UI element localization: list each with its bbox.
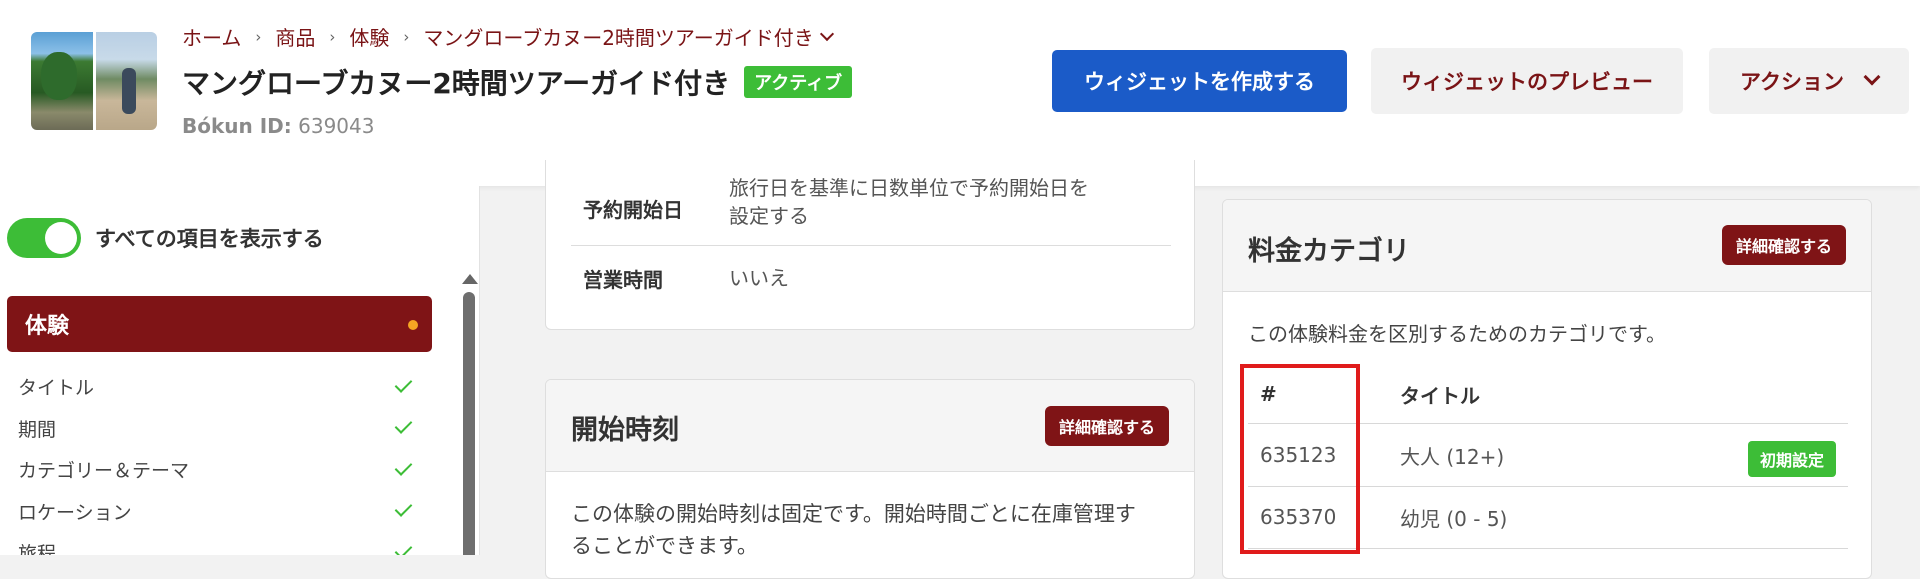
preview-widget-button[interactable]: ウィジェットのプレビュー: [1371, 48, 1683, 114]
sidebar-item-location[interactable]: ロケーション: [18, 491, 418, 533]
sidebar: すべての項目を表示する 体験 タイトル 期間 カテゴリー＆テーマ ロケーション …: [0, 186, 480, 555]
breadcrumb-products[interactable]: 商品: [275, 22, 315, 51]
breadcrumb-experience[interactable]: 体験: [349, 22, 389, 51]
booking-start-value-line2: 設定する: [729, 204, 809, 228]
table-divider: [1248, 423, 1848, 424]
row-divider: [571, 245, 1171, 246]
product-id-value: 639043: [298, 114, 375, 138]
sidebar-section-label: 体験: [25, 314, 70, 339]
booking-start-row: 予約開始日 旅行日を基準に日数単位で予約開始日を 設定する: [571, 174, 1171, 230]
sidebar-nav-list: タイトル 期間 カテゴリー＆テーマ ロケーション 旅程: [18, 366, 418, 555]
business-hours-value: いいえ: [729, 266, 789, 290]
booking-start-value-line1: 旅行日を基準に日数単位で予約開始日を: [729, 176, 1089, 200]
business-hours-row: 営業時間 いいえ: [571, 264, 1171, 293]
card-description: この体験の開始時刻は固定です。開始時間ごとに在庫管理す ることができます。: [571, 498, 1171, 562]
sidebar-item-label: 旅程: [18, 543, 57, 555]
breadcrumb-separator-icon: ›: [255, 27, 262, 46]
show-all-toggle-label: すべての項目を表示する: [95, 227, 324, 251]
table-divider: [1248, 486, 1848, 487]
breadcrumb-current-label: マングローブカヌー2時間ツアーガイド付き: [423, 26, 814, 50]
breadcrumb: ホーム › 商品 › 体験 › マングローブカヌー2時間ツアーガイド付き: [182, 22, 834, 51]
card-header: 料金カテゴリ 詳細確認する: [1223, 200, 1871, 292]
price-category-id: 635370: [1260, 505, 1337, 529]
booking-settings-card: 予約開始日 旅行日を基準に日数単位で予約開始日を 設定する 営業時間 いいえ: [545, 160, 1195, 330]
actions-dropdown-button[interactable]: アクション: [1709, 48, 1909, 114]
start-time-detail-button[interactable]: 詳細確認する: [1044, 406, 1169, 446]
show-all-toggle-row: すべての項目を表示する: [7, 218, 324, 258]
sidebar-item-label: カテゴリー＆テーマ: [18, 460, 190, 483]
thumbnail-mangrove-image[interactable]: [31, 32, 93, 130]
card-title: 開始時刻: [571, 415, 679, 446]
sidebar-item-label: タイトル: [18, 377, 95, 400]
sidebar-section-experience[interactable]: 体験: [7, 296, 432, 352]
chevron-down-icon: [1863, 68, 1881, 86]
card-description: この体験料金を区別するためのカテゴリです。: [1248, 322, 1666, 346]
card-description-line1: この体験の開始時刻は固定です。開始時間ごとに在庫管理す: [571, 502, 1136, 526]
product-header: ホーム › 商品 › 体験 › マングローブカヌー2時間ツアーガイド付き マング…: [0, 0, 1920, 186]
price-category-detail-button[interactable]: 詳細確認する: [1721, 225, 1846, 265]
booking-start-value: 旅行日を基準に日数単位で予約開始日を 設定する: [729, 174, 1089, 230]
product-id-label: Bókun ID:: [182, 114, 292, 138]
sidebar-item-label: ロケーション: [18, 501, 132, 524]
card-header: 開始時刻 詳細確認する: [546, 380, 1194, 472]
breadcrumb-separator-icon: ›: [403, 27, 410, 46]
default-badge: 初期設定: [1747, 441, 1836, 477]
show-all-toggle[interactable]: [7, 218, 81, 258]
product-thumbnails[interactable]: [31, 32, 157, 130]
sidebar-scrollbar[interactable]: [462, 274, 478, 555]
check-icon: [394, 457, 413, 476]
scroll-up-arrow-icon[interactable]: [462, 274, 478, 284]
thumbnail-guide-image[interactable]: [95, 32, 157, 130]
price-category-title: 幼児 (0 - 5): [1400, 506, 1508, 531]
actions-label: アクション: [1740, 70, 1844, 94]
title-row: マングローブカヌー2時間ツアーガイド付き アクティブ: [182, 62, 853, 102]
table-divider: [1248, 548, 1848, 549]
price-category-card: 料金カテゴリ 詳細確認する この体験料金を区別するためのカテゴリです。 # タイ…: [1222, 199, 1872, 579]
sidebar-item-duration[interactable]: 期間: [18, 408, 418, 450]
sidebar-item-itinerary[interactable]: 旅程: [18, 532, 418, 555]
check-icon: [394, 540, 413, 555]
sidebar-item-category-theme[interactable]: カテゴリー＆テーマ: [18, 449, 418, 491]
price-category-title: 大人 (12+): [1400, 444, 1505, 469]
card-description-line2: ることができます。: [571, 534, 758, 558]
column-header-id: #: [1260, 382, 1277, 406]
page-title: マングローブカヌー2時間ツアーガイド付き: [182, 67, 731, 100]
business-hours-label: 営業時間: [583, 268, 663, 292]
booking-start-label: 予約開始日: [583, 198, 683, 222]
column-header-title: タイトル: [1400, 383, 1480, 408]
scrollbar-thumb[interactable]: [463, 292, 475, 555]
chevron-down-icon: [819, 26, 834, 41]
breadcrumb-separator-icon: ›: [329, 27, 336, 46]
check-icon: [394, 416, 413, 435]
breadcrumb-current-dropdown[interactable]: マングローブカヌー2時間ツアーガイド付き: [423, 22, 834, 51]
check-icon: [394, 374, 413, 393]
product-id: Bókun ID: 639043: [182, 114, 374, 138]
status-dot-icon: [408, 320, 418, 330]
card-title: 料金カテゴリ: [1248, 236, 1410, 267]
status-badge: アクティブ: [744, 66, 853, 98]
check-icon: [394, 499, 413, 518]
breadcrumb-home[interactable]: ホーム: [182, 22, 241, 51]
sidebar-item-title[interactable]: タイトル: [18, 366, 418, 408]
sidebar-item-label: 期間: [18, 418, 57, 441]
price-category-id: 635123: [1260, 443, 1337, 467]
create-widget-button[interactable]: ウィジェットを作成する: [1052, 50, 1347, 112]
start-time-card: 開始時刻 詳細確認する この体験の開始時刻は固定です。開始時間ごとに在庫管理す …: [545, 379, 1195, 579]
